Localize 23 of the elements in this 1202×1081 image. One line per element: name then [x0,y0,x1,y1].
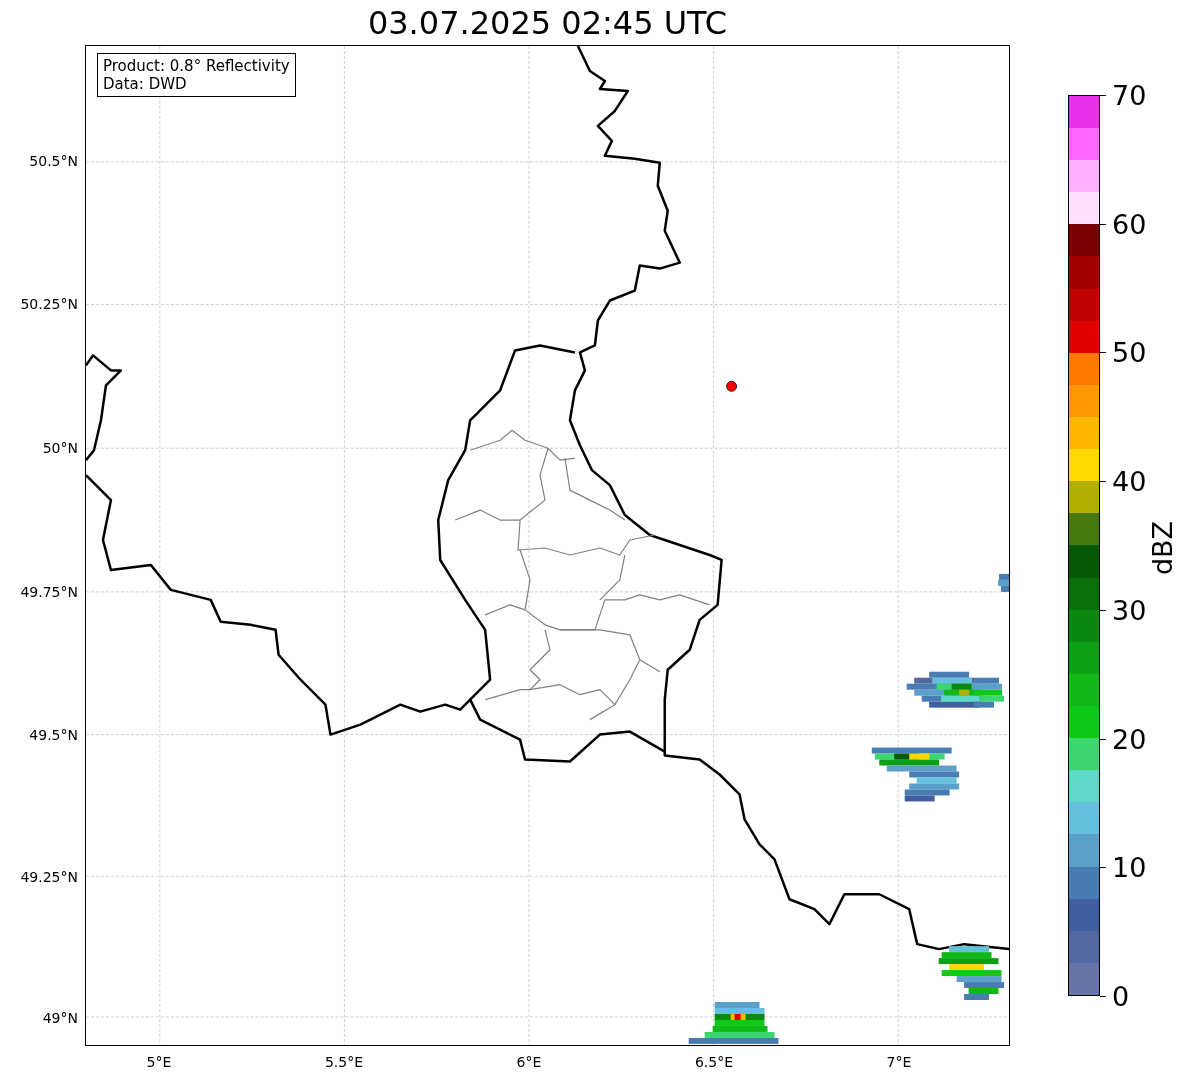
colorbar-tick-label: 30 [1112,596,1147,624]
axis-tick-label: 49.25°N [20,867,78,887]
axis-tick-label: 50.5°N [29,151,78,171]
colorbar-tick-label: 50 [1112,338,1147,366]
axis-tick-label: 49°N [42,1008,78,1028]
plot-title: 03.07.2025 02:45 UTC [366,4,729,43]
axis-tick-label: 50.25°N [20,294,78,314]
axis-tick-label: 5°E [146,1053,172,1072]
colorbar-tick-label: 0 [1112,982,1130,1010]
colorbar-label: dBZ [1145,520,1179,576]
info-box: Product: 0.8° Reflectivity Data: DWD [97,53,296,97]
axis-tick-label: 50°N [42,438,78,458]
axis-tick-label: 5.5°E [324,1053,364,1072]
colorbar-tick-label: 60 [1112,210,1147,238]
colorbar-tick-label: 10 [1112,853,1147,881]
axis-tick-label: 49.75°N [20,582,78,602]
axis-tick-label: 49.5°N [29,725,78,745]
axis-tick-label: 6.5°E [694,1053,734,1072]
axis-tick-label: 6°E [516,1053,542,1072]
colorbar-tick-label: 70 [1112,81,1147,109]
axis-tick-label: 7°E [886,1053,912,1072]
colorbar-tick-label: 20 [1112,725,1147,753]
colorbar-tick-label: 40 [1112,467,1147,495]
